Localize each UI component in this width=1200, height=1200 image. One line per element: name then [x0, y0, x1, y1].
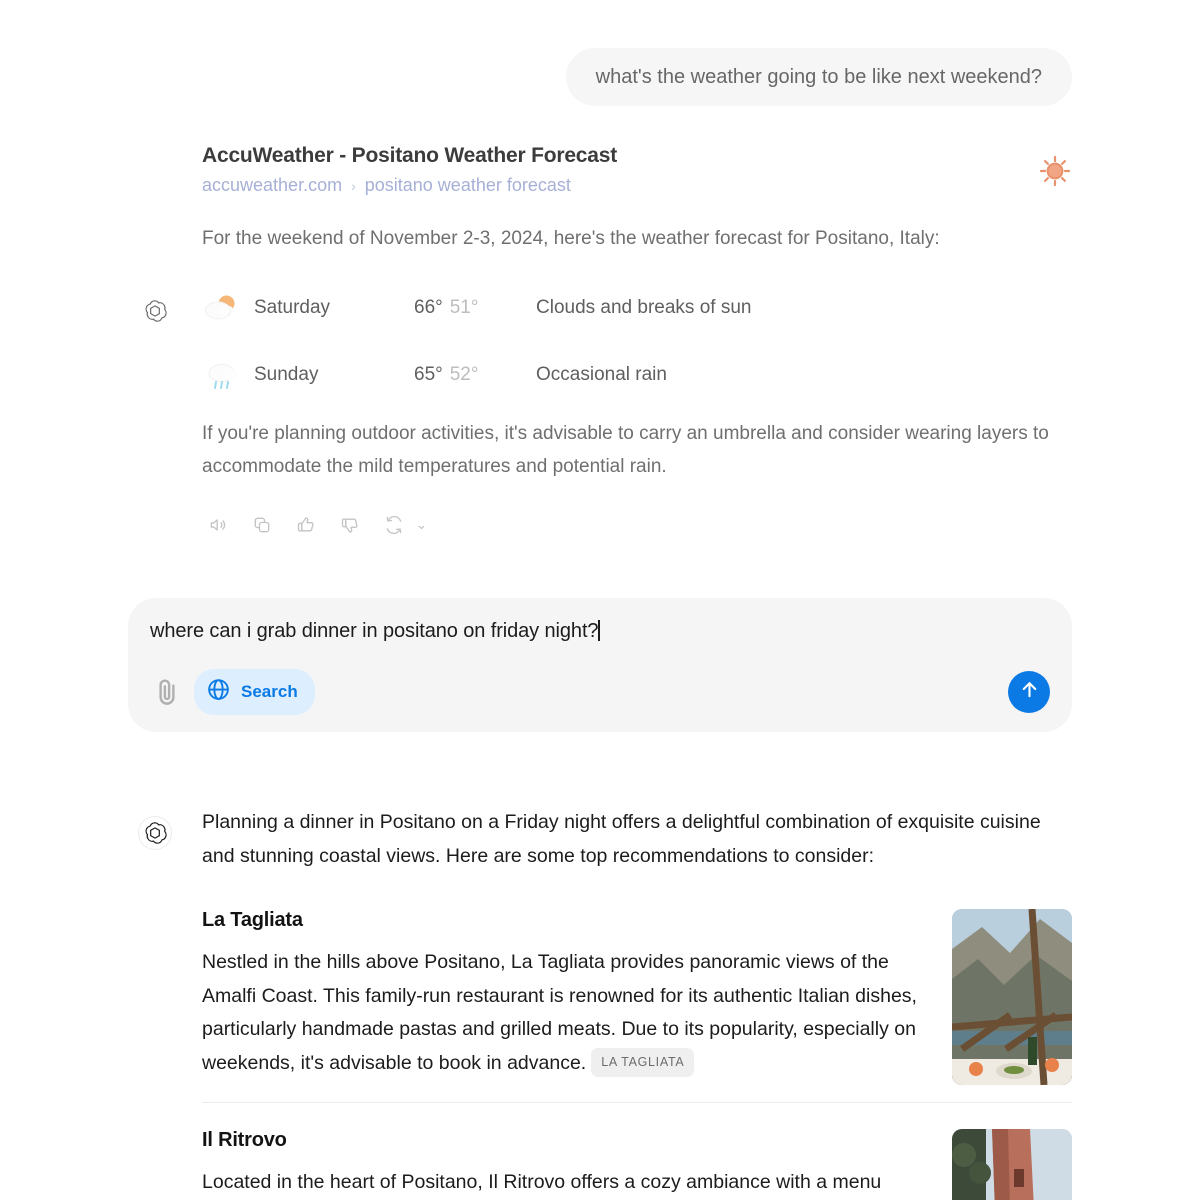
forecast-row: Sunday 65° 52° Occasional rain	[202, 342, 1072, 409]
forecast-row: Saturday 66° 51° Clouds and breaks of sun	[202, 275, 1072, 342]
text-caret	[598, 620, 600, 641]
citation-chip[interactable]: LA TAGLIATA	[591, 1047, 695, 1078]
send-button[interactable]	[1008, 671, 1050, 713]
read-aloud-icon[interactable]	[202, 509, 233, 540]
cloud-rain-icon	[202, 358, 254, 392]
forecast-high: 66°	[414, 297, 443, 319]
forecast-list: Saturday 66° 51° Clouds and breaks of sun	[202, 275, 1072, 409]
chat-page: what's the weather going to be like next…	[0, 0, 1200, 1200]
search-toggle-button[interactable]: Search	[194, 669, 315, 715]
message-actions: ⌄	[202, 509, 1072, 540]
search-label: Search	[241, 682, 298, 701]
breadcrumb-path[interactable]: positano weather forecast	[365, 175, 571, 196]
sun-icon	[1038, 154, 1072, 188]
breadcrumb-domain[interactable]: accuweather.com	[202, 175, 342, 196]
forecast-temps: 65° 52°	[414, 364, 536, 386]
forecast-high: 65°	[414, 364, 443, 386]
regenerate-chevron-down-icon[interactable]: ⌄	[416, 517, 427, 533]
sun-behind-cloud-icon	[202, 291, 254, 325]
restaurant-entry: Il Ritrovo Located in the heart of Posit…	[202, 1129, 1072, 1200]
copy-icon[interactable]	[246, 509, 277, 540]
weather-source-title[interactable]: AccuWeather - Positano Weather Forecast	[202, 144, 1072, 168]
user-message-bubble: what's the weather going to be like next…	[565, 48, 1072, 106]
arrow-up-icon	[1018, 678, 1041, 706]
openai-logo-icon	[138, 294, 172, 328]
paperclip-icon[interactable]	[150, 675, 184, 709]
forecast-temps: 66° 51°	[414, 297, 536, 319]
restaurant-entry: La Tagliata Nestled in the hills above P…	[202, 909, 1072, 1104]
forecast-description: Occasional rain	[536, 364, 667, 386]
assistant-weather-message: AccuWeather - Positano Weather Forecast …	[0, 144, 1200, 540]
user-message-row: what's the weather going to be like next…	[0, 0, 1200, 106]
restaurant-name: La Tagliata	[202, 909, 303, 932]
section-divider	[202, 1102, 1072, 1104]
weather-outro-text: If you're planning outdoor activities, i…	[202, 422, 1049, 477]
restaurant-description-text: Nestled in the hills above Positano, La …	[202, 951, 917, 1074]
assistant-dinner-message: Planning a dinner in Positano on a Frida…	[0, 806, 1200, 1200]
composer-value: where can i grab dinner in positano on f…	[150, 620, 599, 642]
forecast-day: Saturday	[254, 297, 331, 319]
breadcrumb-separator-icon: ›	[351, 177, 356, 194]
forecast-day: Sunday	[254, 364, 319, 386]
restaurant-description: Located in the heart of Positano, Il Rit…	[202, 1171, 882, 1194]
forecast-description: Clouds and breaks of sun	[536, 297, 752, 319]
forecast-low: 51°	[449, 297, 479, 319]
message-composer[interactable]: where can i grab dinner in positano on f…	[128, 598, 1072, 732]
thumbs-down-icon[interactable]	[334, 509, 365, 540]
regenerate-icon[interactable]	[378, 509, 409, 540]
thumbs-up-icon[interactable]	[290, 509, 321, 540]
globe-icon	[206, 677, 231, 707]
composer-input[interactable]: where can i grab dinner in positano on f…	[150, 620, 1046, 643]
weather-breadcrumb[interactable]: accuweather.com › positano weather forec…	[202, 175, 1072, 196]
weather-lead-text: For the weekend of November 2-3, 2024, h…	[202, 228, 940, 249]
restaurant-description: Nestled in the hills above Positano, La …	[202, 946, 927, 1080]
weather-source-card: AccuWeather - Positano Weather Forecast …	[202, 144, 1072, 540]
composer-toolbar: Search	[150, 669, 1050, 715]
dinner-content: Planning a dinner in Positano on a Frida…	[202, 806, 1072, 1200]
restaurant-name: Il Ritrovo	[202, 1129, 287, 1152]
restaurant-thumbnail[interactable]	[952, 1129, 1072, 1200]
dinner-intro-text: Planning a dinner in Positano on a Frida…	[202, 811, 1041, 867]
openai-logo-icon	[138, 816, 172, 850]
forecast-low: 52°	[449, 364, 479, 386]
restaurant-thumbnail[interactable]	[952, 909, 1072, 1086]
